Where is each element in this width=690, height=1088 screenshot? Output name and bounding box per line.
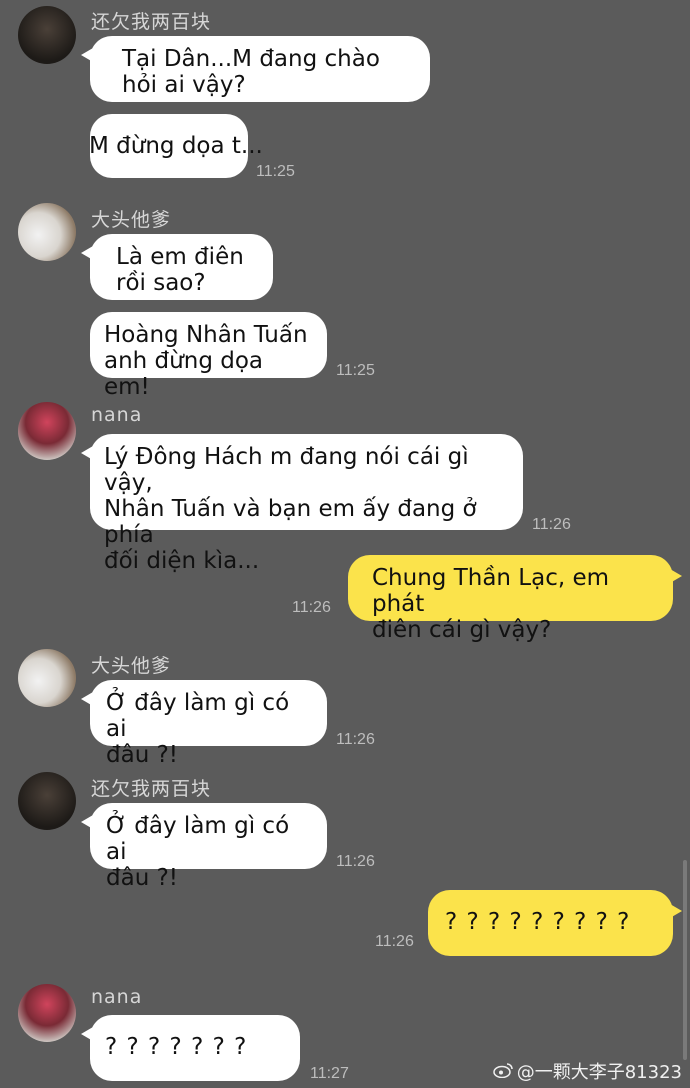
avatar[interactable] — [18, 6, 76, 64]
message-bubble[interactable]: Là em điên rồi sao? — [81, 234, 273, 300]
message-text: Tại Dân...M đang chào — [122, 46, 380, 72]
message-bubble[interactable]: Lý Đông Hách m đang nói cái gì vậy, Nhân… — [81, 434, 523, 574]
message-text: ? ? ? ? ? ? ? ? ? — [445, 909, 631, 935]
message-bubble[interactable]: Ở đây làm gì có ai đâu ?! — [81, 680, 327, 768]
avatar[interactable] — [18, 772, 76, 830]
avatar[interactable] — [18, 649, 76, 707]
timestamp: 11:27 — [310, 1065, 349, 1082]
sender-name: 大头他爹 — [91, 209, 172, 231]
message-bubble[interactable]: ? ? ? ? ? ? ? — [81, 1015, 300, 1081]
weibo-icon — [492, 1062, 513, 1083]
message-text: rồi sao? — [116, 270, 206, 296]
message-bubble[interactable]: M đừng dọa t... — [89, 114, 263, 178]
message-bubble[interactable]: ? ? ? ? ? ? ? ? ? — [428, 890, 682, 956]
message-text: ? ? ? ? ? ? ? — [105, 1034, 248, 1060]
message-text: Hoàng Nhân Tuấn — [104, 322, 308, 348]
timestamp: 11:26 — [336, 731, 375, 748]
sender-name: nana — [91, 404, 143, 426]
message-text: Nhân Tuấn và bạn em ấy đang ở phía — [104, 496, 477, 548]
timestamp: 11:26 — [532, 516, 571, 533]
message-text: hỏi ai vậy? — [122, 72, 246, 98]
sender-name: 大头他爹 — [91, 655, 172, 677]
message-bubble[interactable]: Tại Dân...M đang chào hỏi ai vậy? — [81, 36, 430, 102]
avatar[interactable] — [18, 203, 76, 261]
timestamp: 11:25 — [336, 362, 375, 379]
watermark: @一颗大李子81323 — [492, 1058, 682, 1084]
message-text: anh đừng dọa em! — [104, 348, 263, 400]
message-text: Lý Đông Hách m đang nói cái gì vậy, — [104, 444, 469, 496]
message-text: điên cái gì vậy? — [372, 617, 552, 643]
timestamp: 11:25 — [256, 163, 295, 180]
avatar[interactable] — [18, 984, 76, 1042]
message-text: đâu ?! — [106, 865, 179, 891]
timestamp: 11:26 — [292, 599, 331, 616]
message-text: đâu ?! — [106, 742, 179, 768]
sender-name: nana — [91, 986, 143, 1008]
sender-name: 还欠我两百块 — [91, 778, 212, 800]
timestamp: 11:26 — [375, 933, 414, 950]
message-bubble[interactable]: Hoàng Nhân Tuấn anh đừng dọa em! — [90, 312, 327, 400]
avatar[interactable] — [18, 402, 76, 460]
watermark-text: @一颗大李子81323 — [516, 1062, 682, 1083]
message-text: Là em điên — [116, 244, 244, 270]
message-text: Chung Thần Lạc, em phát — [372, 565, 610, 617]
timestamp: 11:26 — [336, 853, 375, 870]
sender-name: 还欠我两百块 — [91, 11, 212, 33]
message-bubble[interactable]: Ở đây làm gì có ai đâu ?! — [81, 803, 327, 891]
scrollbar[interactable] — [683, 860, 687, 1060]
message-text: Ở đây làm gì có ai — [106, 690, 290, 742]
message-text: Ở đây làm gì có ai — [106, 813, 290, 865]
message-text: M đừng dọa t... — [89, 133, 263, 159]
message-bubble[interactable]: Chung Thần Lạc, em phát điên cái gì vậy? — [348, 555, 682, 643]
